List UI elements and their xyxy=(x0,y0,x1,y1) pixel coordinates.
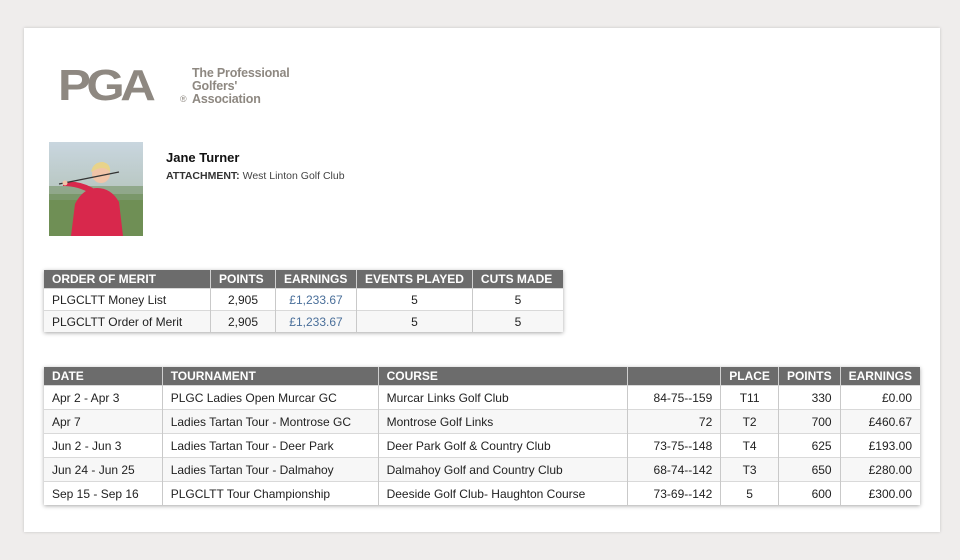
tournament-results-table: DATE TOURNAMENT COURSE PLACE POINTS EARN… xyxy=(44,367,920,505)
logo-wordmark: The Professional Golfers' Association xyxy=(192,67,312,106)
attachment-label: ATTACHMENT: xyxy=(166,170,240,182)
col-cuts-made: CUTS MADE xyxy=(472,270,563,289)
result-earnings: £460.67 xyxy=(840,409,920,434)
result-earnings: £300.00 xyxy=(840,481,920,505)
col-earnings: EARNINGS xyxy=(275,270,357,289)
merit-name: PLGCLTT Order of Merit xyxy=(44,310,211,332)
table-header-row: DATE TOURNAMENT COURSE PLACE POINTS EARN… xyxy=(44,367,920,386)
col-date: DATE xyxy=(44,367,163,386)
result-earnings: £280.00 xyxy=(840,457,920,482)
merit-cuts: 5 xyxy=(472,288,563,311)
result-earnings: £193.00 xyxy=(840,433,920,458)
result-score: 73-75--148 xyxy=(627,433,722,458)
result-date: Sep 15 - Sep 16 xyxy=(44,481,163,505)
result-course: Deer Park Golf & Country Club xyxy=(378,433,629,458)
player-attachment: ATTACHMENT: West Linton Golf Club xyxy=(166,170,345,182)
result-course: Deeside Golf Club- Haughton Course xyxy=(378,481,629,505)
col-points: POINTS xyxy=(778,367,841,386)
result-points: 330 xyxy=(778,385,841,410)
logo-registered-mark: ® xyxy=(180,94,187,104)
col-events-played: EVENTS PLAYED xyxy=(356,270,473,289)
result-score: 72 xyxy=(627,409,722,434)
profile-card: PGA ® The Professional Golfers' Associat… xyxy=(24,28,940,532)
result-course: Montrose Golf Links xyxy=(378,409,629,434)
order-of-merit-table: ORDER OF MERIT POINTS EARNINGS EVENTS PL… xyxy=(44,270,563,332)
player-name: Jane Turner xyxy=(166,150,240,165)
result-points: 600 xyxy=(778,481,841,505)
attachment-value: West Linton Golf Club xyxy=(242,170,345,182)
table-row: PLGCLTT Money List 2,905 £1,233.67 5 5 xyxy=(44,288,563,311)
col-score xyxy=(627,367,722,386)
result-date: Jun 24 - Jun 25 xyxy=(44,457,163,482)
merit-cuts: 5 xyxy=(472,310,563,332)
col-tournament: TOURNAMENT xyxy=(162,367,379,386)
result-date: Jun 2 - Jun 3 xyxy=(44,433,163,458)
result-place: T2 xyxy=(720,409,779,434)
logo-line: Association xyxy=(192,92,261,106)
result-tournament: PLGCLTT Tour Championship xyxy=(162,481,379,505)
result-date: Apr 2 - Apr 3 xyxy=(44,385,163,410)
result-tournament: Ladies Tartan Tour - Montrose GC xyxy=(162,409,379,434)
col-place: PLACE xyxy=(720,367,779,386)
table-row: Jun 24 - Jun 25 Ladies Tartan Tour - Dalm… xyxy=(44,457,920,482)
col-order-of-merit: ORDER OF MERIT xyxy=(44,270,211,289)
table-row: PLGCLTT Order of Merit 2,905 £1,233.67 5… xyxy=(44,310,563,332)
result-tournament: Ladies Tartan Tour - Dalmahoy xyxy=(162,457,379,482)
result-place: T11 xyxy=(720,385,779,410)
merit-earnings-link[interactable]: £1,233.67 xyxy=(275,310,357,332)
player-photo xyxy=(49,142,143,236)
result-score: 68-74--142 xyxy=(627,457,722,482)
table-row: Sep 15 - Sep 16 PLGCLTT Tour Championship… xyxy=(44,481,920,505)
logo-mark: PGA xyxy=(58,61,156,110)
result-points: 625 xyxy=(778,433,841,458)
table-row: Jun 2 - Jun 3 Ladies Tartan Tour - Deer P… xyxy=(44,433,920,458)
result-earnings: £0.00 xyxy=(840,385,920,410)
result-place: 5 xyxy=(720,481,779,505)
table-header-row: ORDER OF MERIT POINTS EARNINGS EVENTS PL… xyxy=(44,270,563,289)
merit-name: PLGCLTT Money List xyxy=(44,288,211,311)
result-course: Dalmahoy Golf and Country Club xyxy=(378,457,629,482)
result-course: Murcar Links Golf Club xyxy=(378,385,629,410)
result-place: T3 xyxy=(720,457,779,482)
result-tournament: PLGC Ladies Open Murcar GC xyxy=(162,385,379,410)
col-earnings: EARNINGS xyxy=(840,367,920,386)
merit-points: 2,905 xyxy=(210,310,276,332)
merit-events: 5 xyxy=(356,310,473,332)
merit-points: 2,905 xyxy=(210,288,276,311)
merit-earnings-link[interactable]: £1,233.67 xyxy=(275,288,357,311)
result-place: T4 xyxy=(720,433,779,458)
result-tournament: Ladies Tartan Tour - Deer Park xyxy=(162,433,379,458)
col-course: COURSE xyxy=(378,367,629,386)
result-score: 84-75--159 xyxy=(627,385,722,410)
table-row: Apr 2 - Apr 3 PLGC Ladies Open Murcar GC M… xyxy=(44,385,920,410)
table-row: Apr 7 Ladies Tartan Tour - Montrose GC Mon… xyxy=(44,409,920,434)
merit-events: 5 xyxy=(356,288,473,311)
result-score: 73-69--142 xyxy=(627,481,722,505)
result-points: 700 xyxy=(778,409,841,434)
result-date: Apr 7 xyxy=(44,409,163,434)
col-points: POINTS xyxy=(210,270,276,289)
result-points: 650 xyxy=(778,457,841,482)
